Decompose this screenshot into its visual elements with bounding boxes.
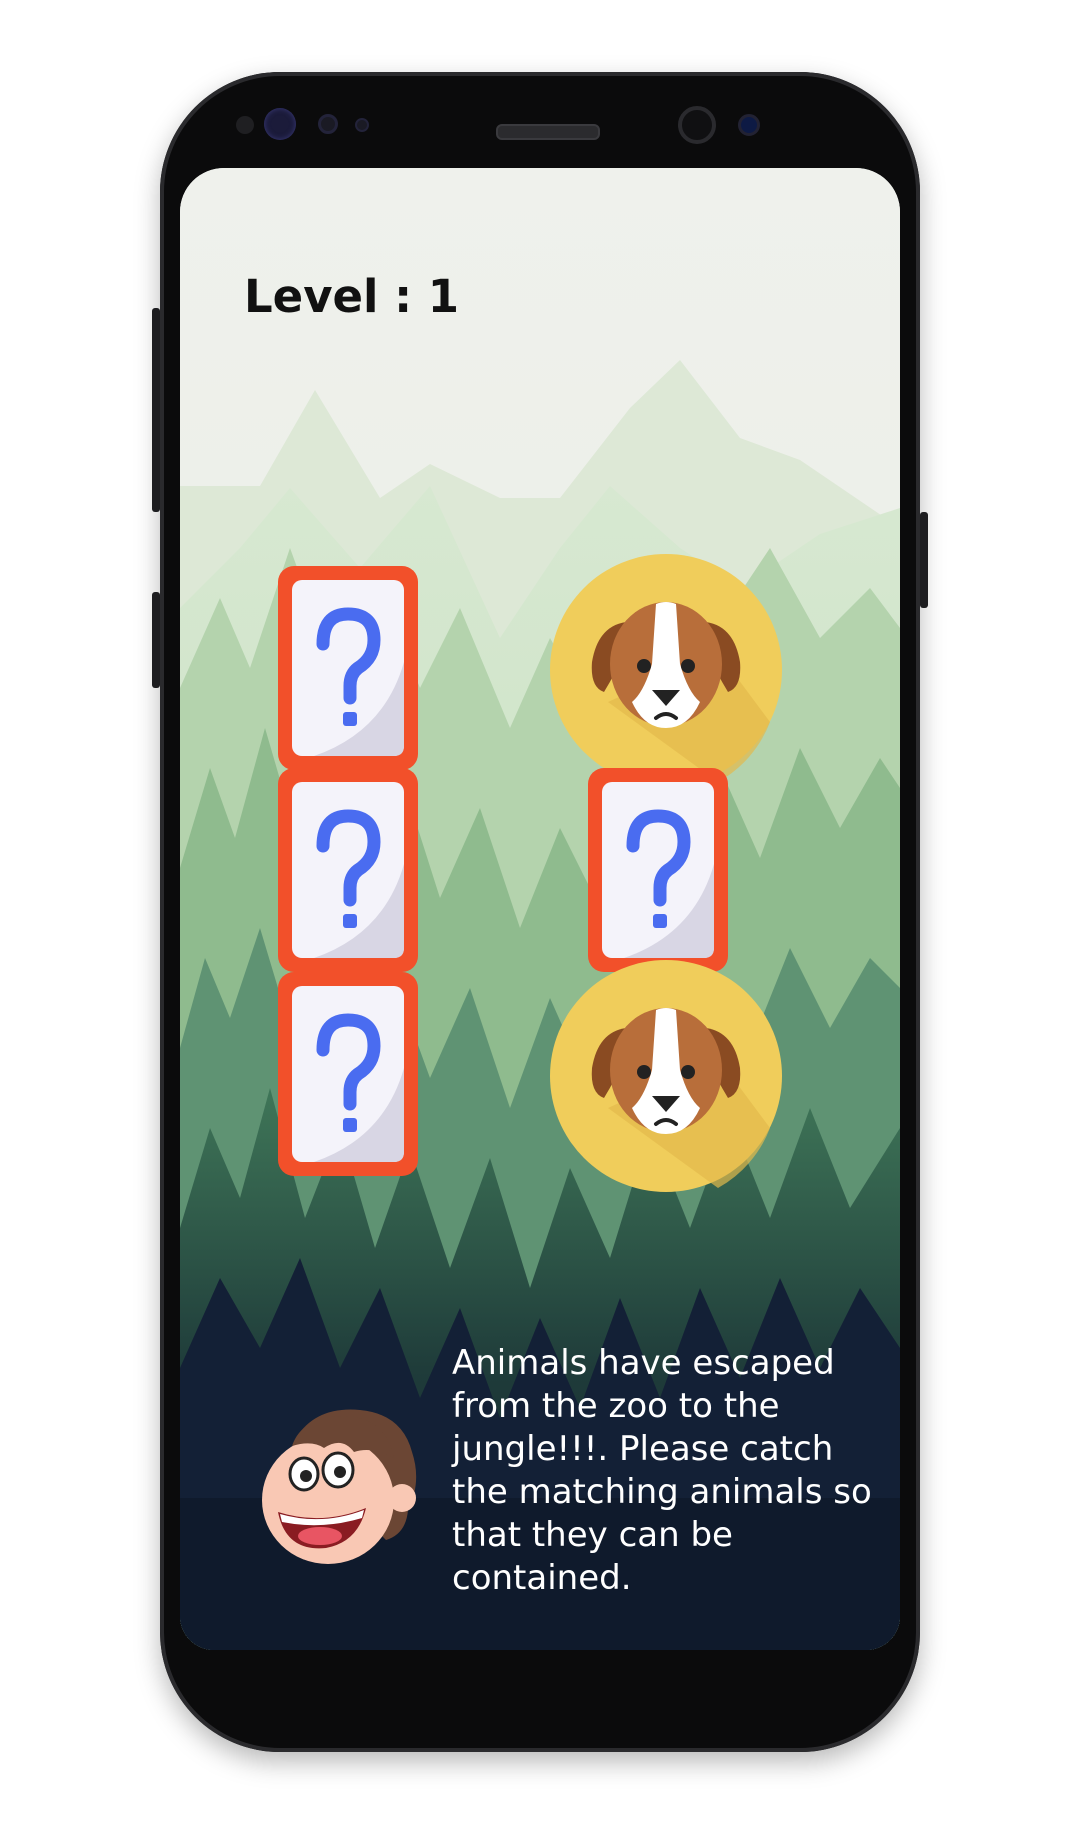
- volume-button: [152, 592, 160, 688]
- proximity-sensor: [236, 116, 254, 134]
- status-led: [355, 118, 369, 132]
- side-key: [920, 512, 928, 608]
- dog-face-icon: [550, 554, 782, 786]
- power-button: [152, 308, 160, 512]
- level-indicator: Level : 1: [244, 270, 460, 323]
- game-screen: Level : 1 Animals have escaped from the …: [180, 168, 900, 1650]
- instructions-text: Animals have escaped from the zoo to the…: [452, 1343, 872, 1598]
- dog-face-icon: [550, 960, 782, 1192]
- front-camera: [678, 106, 716, 144]
- hidden-card-3[interactable]: [584, 764, 732, 976]
- question-mark-icon: [278, 972, 418, 1176]
- question-mark-icon: [278, 768, 418, 972]
- revealed-card-dog-1[interactable]: [548, 552, 784, 788]
- iris-sensor: [264, 108, 296, 140]
- hidden-card-2[interactable]: [274, 764, 422, 976]
- boy-face-icon: [262, 1409, 417, 1564]
- revealed-card-dog-2[interactable]: [548, 958, 784, 1194]
- earpiece-speaker: [496, 124, 600, 140]
- hidden-card-4[interactable]: [274, 968, 422, 1180]
- light-sensor: [318, 114, 338, 134]
- question-mark-icon: [278, 566, 418, 770]
- phone-frame: Level : 1 Animals have escaped from the …: [152, 72, 928, 1752]
- camera-lens: [738, 114, 760, 136]
- question-mark-icon: [588, 768, 728, 972]
- hidden-card-1[interactable]: [274, 562, 422, 774]
